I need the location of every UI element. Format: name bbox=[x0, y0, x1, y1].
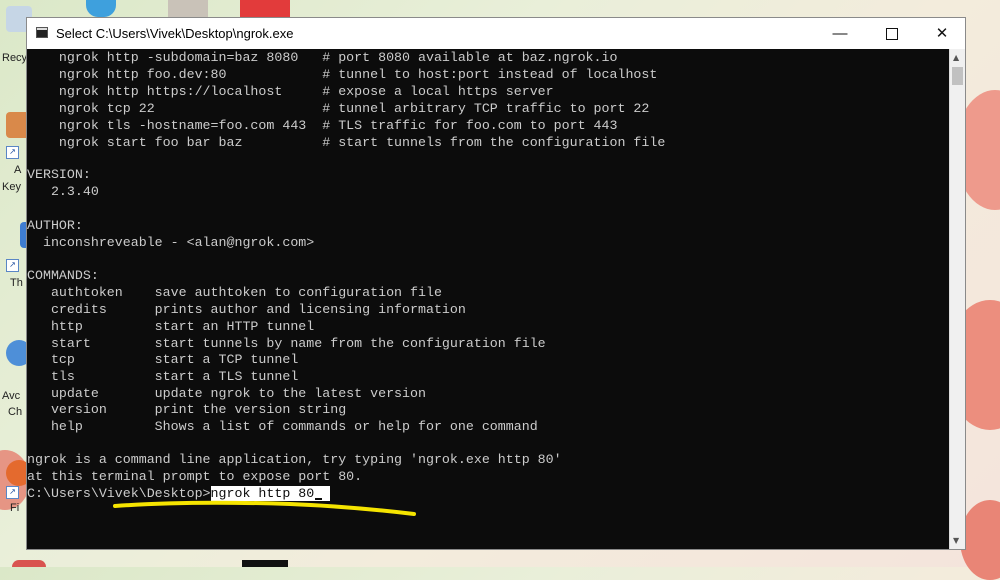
minimize-button[interactable]: — bbox=[817, 18, 863, 49]
console-line: ngrok is a command line application, try… bbox=[27, 452, 562, 467]
title-bar[interactable]: Select C:\Users\Vivek\Desktop\ngrok.exe … bbox=[27, 18, 965, 49]
desktop-icon-label: A bbox=[14, 164, 22, 176]
shortcut-arrow-icon: ↗ bbox=[6, 486, 19, 499]
shortcut-arrow-icon: ↗ bbox=[6, 259, 19, 272]
desktop-wallpaper-shape bbox=[960, 500, 1000, 580]
scroll-up-arrow-icon[interactable]: ▲ bbox=[953, 53, 959, 62]
console-line: ngrok tls -hostname=foo.com 443 # TLS tr… bbox=[27, 118, 618, 133]
console-line: tcp start a TCP tunnel bbox=[27, 352, 299, 367]
console-line: at this terminal prompt to expose port 8… bbox=[27, 469, 363, 484]
highlight-underline-annotation bbox=[113, 500, 416, 516]
vertical-scrollbar[interactable]: ▲ ▼ bbox=[949, 49, 965, 549]
desktop-icon-label: Recy bbox=[2, 52, 28, 64]
console-line: AUTHOR: bbox=[27, 218, 83, 233]
application-icon[interactable] bbox=[240, 0, 290, 17]
window-title: Select C:\Users\Vivek\Desktop\ngrok.exe bbox=[56, 26, 294, 41]
taskbar-icon[interactable] bbox=[242, 560, 288, 567]
close-button[interactable]: ✕ bbox=[919, 18, 965, 49]
contact-photo-icon[interactable] bbox=[168, 0, 208, 17]
console-line: ngrok http foo.dev:80 # tunnel to host:p… bbox=[27, 67, 658, 82]
console-line: start start tunnels by name from the con… bbox=[27, 336, 546, 351]
console-output[interactable]: ngrok http -subdomain=baz 8080 # port 80… bbox=[27, 49, 950, 549]
console-line: ngrok http -subdomain=baz 8080 # port 80… bbox=[27, 50, 618, 65]
console-line: credits prints author and licensing info… bbox=[27, 302, 466, 317]
console-line: inconshreveable - <alan@ngrok.com> bbox=[27, 235, 315, 250]
console-line: VERSION: bbox=[27, 167, 91, 182]
console-line: http start an HTTP tunnel bbox=[27, 319, 315, 334]
console-line: tls start a TLS tunnel bbox=[27, 369, 299, 384]
scroll-down-arrow-icon[interactable]: ▼ bbox=[953, 536, 959, 545]
application-icon[interactable] bbox=[86, 0, 116, 17]
console-line: version print the version string bbox=[27, 402, 347, 417]
console-line: authtoken save authtoken to configuratio… bbox=[27, 285, 442, 300]
console-app-icon[interactable] bbox=[36, 27, 48, 38]
console-line: update update ngrok to the latest versio… bbox=[27, 386, 426, 401]
desktop-icon-label: Th bbox=[10, 277, 23, 289]
taskbar-icon[interactable] bbox=[12, 560, 46, 567]
shortcut-arrow-icon: ↗ bbox=[6, 146, 19, 159]
console-line: 2.3.40 bbox=[27, 184, 99, 199]
console-line: COMMANDS: bbox=[27, 268, 99, 283]
console-window: Select C:\Users\Vivek\Desktop\ngrok.exe … bbox=[26, 17, 966, 550]
maximize-button[interactable] bbox=[869, 18, 915, 49]
console-line: ngrok start foo bar baz # start tunnels … bbox=[27, 135, 666, 150]
desktop-icon-label: Ch bbox=[8, 406, 23, 418]
console-line: ngrok tcp 22 # tunnel arbitrary TCP traf… bbox=[27, 101, 650, 116]
desktop-icon-label: Key bbox=[2, 181, 21, 193]
scroll-thumb[interactable] bbox=[952, 67, 963, 85]
maximize-icon bbox=[886, 28, 898, 41]
console-line: help Shows a list of commands or help fo… bbox=[27, 419, 538, 434]
desktop-icon-label: Fi bbox=[10, 502, 20, 514]
console-line: ngrok http https://localhost # expose a … bbox=[27, 84, 554, 99]
desktop-icon-label: Avc bbox=[2, 390, 21, 402]
